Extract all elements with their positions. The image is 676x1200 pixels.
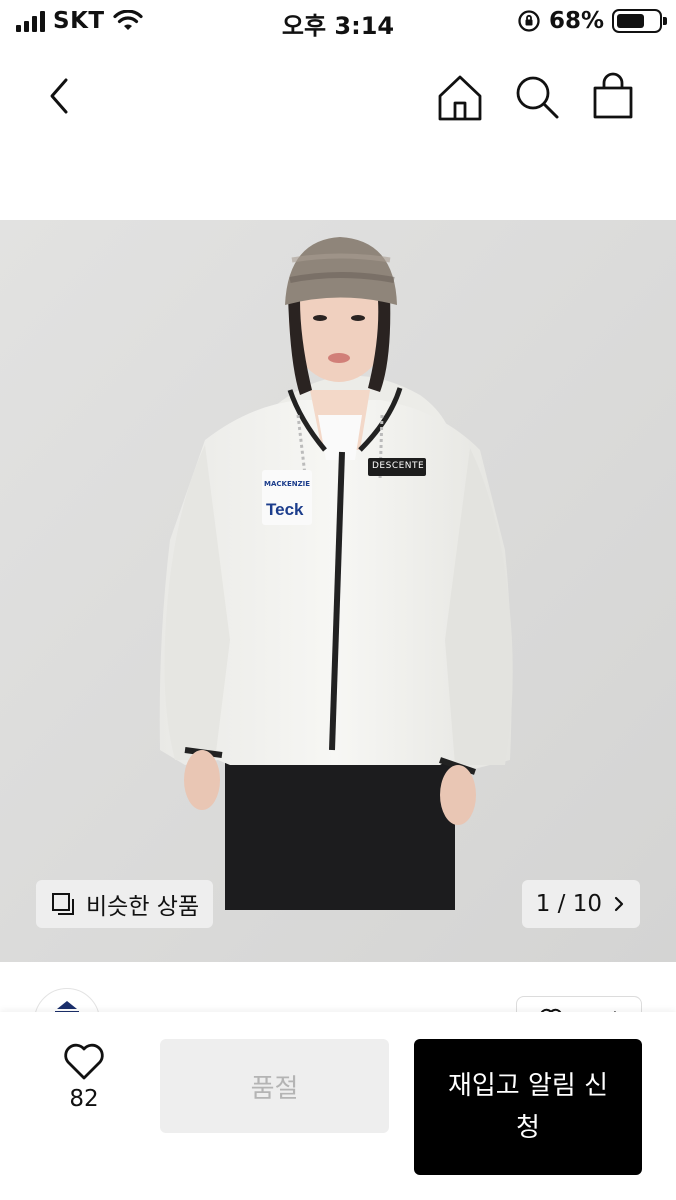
wishlist-button[interactable]: 82 [54,1042,114,1132]
shopping-bag-icon [593,72,633,119]
brand-row: 데상트 5.2만 [0,962,676,1018]
cart-button[interactable] [588,72,638,122]
carrier-name: SKT [53,8,105,34]
top-nav [0,44,676,154]
chevron-left-icon [50,78,68,114]
search-button[interactable] [512,72,562,122]
patch-sponsor-top: MACKENZIE [264,480,311,488]
wifi-icon [112,10,143,30]
product-photo [0,220,676,962]
soldout-button: 품절 [160,1039,389,1133]
similar-products-button[interactable]: 비슷한 상품 [36,880,214,928]
cellular-signal-icon [16,10,45,32]
patch-sponsor: Teck [266,500,304,519]
image-counter[interactable]: 1 / 10 [521,880,640,928]
layers-icon [52,893,74,915]
product-image-gallery[interactable]: MACKENZIE Teck DESCENTE 비슷한 상품 1 / 10 [0,220,676,962]
wishlist-count: 82 [69,1086,99,1112]
restock-alert-button[interactable]: 재입고 알림 신청 [414,1039,642,1175]
restock-alert-label: 재입고 알림 신청 [447,1071,609,1143]
search-icon [516,76,559,119]
chevron-right-icon [614,896,624,912]
battery-percent: 68% [548,8,604,34]
patch-brand: DESCENTE [372,461,425,471]
home-icon [438,75,482,121]
bottom-action-bar: 82 품절 재입고 알림 신청 [0,1012,676,1200]
home-button[interactable] [434,72,486,124]
status-bar: SKT 오후 3:14 68% [0,0,676,44]
orientation-lock-icon [518,10,540,32]
similar-products-label: 비슷한 상품 [86,894,200,920]
image-counter-text: 1 / 10 [535,891,602,917]
battery-icon [612,9,667,33]
back-button[interactable] [36,72,84,120]
heart-icon [64,1043,104,1080]
